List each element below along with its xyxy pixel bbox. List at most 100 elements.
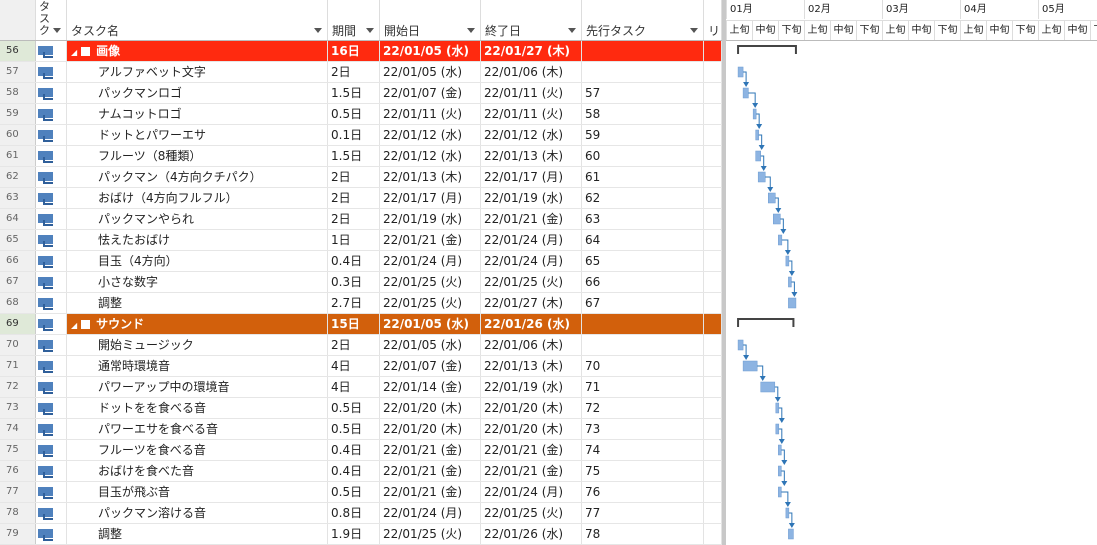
predecessor-cell[interactable]: 64 [582, 230, 704, 250]
start-cell[interactable]: 22/01/19 (水) [380, 209, 481, 229]
predecessor-cell[interactable] [582, 41, 704, 61]
resource-cell[interactable] [704, 335, 722, 355]
finish-cell[interactable]: 22/01/19 (水) [481, 188, 582, 208]
task-name-cell[interactable]: パックマンロゴ [67, 83, 328, 103]
start-cell[interactable]: 22/01/21 (金) [380, 461, 481, 481]
start-cell[interactable]: 22/01/11 (火) [380, 104, 481, 124]
duration-cell[interactable]: 2日 [328, 62, 380, 82]
collapse-triangle-icon[interactable]: ◢ [71, 321, 77, 330]
row-number[interactable]: 71 [0, 356, 36, 376]
predecessor-cell[interactable]: 77 [582, 503, 704, 523]
row-number[interactable]: 65 [0, 230, 36, 250]
duration-cell[interactable]: 0.5日 [328, 482, 380, 502]
duration-cell[interactable]: 0.5日 [328, 104, 380, 124]
resource-cell[interactable] [704, 461, 722, 481]
predecessor-cell[interactable]: 78 [582, 524, 704, 544]
predecessor-cell[interactable]: 63 [582, 209, 704, 229]
task-name-cell[interactable]: フルーツを食べる音 [67, 440, 328, 460]
finish-cell[interactable]: 22/01/13 (木) [481, 356, 582, 376]
task-mode-cell[interactable] [36, 125, 67, 145]
start-cell[interactable]: 22/01/20 (木) [380, 398, 481, 418]
duration-cell[interactable]: 0.5日 [328, 419, 380, 439]
task-name-cell[interactable]: 通常時環境音 [67, 356, 328, 376]
table-row[interactable]: 61 フルーツ（8種類） 1.5日 22/01/12 (水) 22/01/13 (木) 6… [0, 146, 722, 167]
task-name-cell[interactable]: 調整 [67, 524, 328, 544]
duration-cell[interactable]: 2.7日 [328, 293, 380, 313]
chevron-down-icon[interactable] [568, 28, 576, 33]
row-number[interactable]: 62 [0, 167, 36, 187]
task-mode-cell[interactable] [36, 377, 67, 397]
predecessor-cell[interactable] [582, 335, 704, 355]
finish-cell[interactable]: 22/01/21 (金) [481, 440, 582, 460]
start-cell[interactable]: 22/01/07 (金) [380, 83, 481, 103]
predecessor-cell[interactable]: 62 [582, 188, 704, 208]
row-number[interactable]: 73 [0, 398, 36, 418]
finish-cell[interactable]: 22/01/24 (月) [481, 482, 582, 502]
duration-cell[interactable]: 0.8日 [328, 503, 380, 523]
predecessor-cell[interactable]: 74 [582, 440, 704, 460]
start-cell[interactable]: 22/01/12 (水) [380, 146, 481, 166]
start-cell[interactable]: 22/01/24 (月) [380, 503, 481, 523]
predecessor-cell[interactable]: 71 [582, 377, 704, 397]
duration-cell[interactable]: 1.5日 [328, 83, 380, 103]
predecessor-cell[interactable]: 65 [582, 251, 704, 271]
start-cell[interactable]: 22/01/24 (月) [380, 251, 481, 271]
task-name-cell[interactable]: ◢ サウンド [67, 314, 328, 334]
summary-row[interactable]: 69 ◢ サウンド 15日 22/01/05 (水) 22/01/26 (水) [0, 314, 722, 335]
duration-cell[interactable]: 1日 [328, 230, 380, 250]
task-name-cell[interactable]: パックマンやられ [67, 209, 328, 229]
row-number[interactable]: 68 [0, 293, 36, 313]
task-name-cell[interactable]: 開始ミュージック [67, 335, 328, 355]
resource-cell[interactable] [704, 272, 722, 292]
row-number[interactable]: 72 [0, 377, 36, 397]
task-mode-cell[interactable] [36, 188, 67, 208]
finish-cell[interactable]: 22/01/19 (水) [481, 377, 582, 397]
task-mode-cell[interactable] [36, 314, 67, 334]
resource-cell[interactable] [704, 314, 722, 334]
task-mode-cell[interactable] [36, 272, 67, 292]
task-name-cell[interactable]: ドットをを食べる音 [67, 398, 328, 418]
resource-cell[interactable] [704, 419, 722, 439]
resource-cell[interactable] [704, 41, 722, 61]
column-header-finish[interactable]: 終了日 [481, 0, 582, 40]
task-mode-cell[interactable] [36, 293, 67, 313]
task-mode-cell[interactable] [36, 440, 67, 460]
task-mode-cell[interactable] [36, 146, 67, 166]
predecessor-cell[interactable]: 70 [582, 356, 704, 376]
row-number[interactable]: 69 [0, 314, 36, 334]
duration-cell[interactable]: 1.9日 [328, 524, 380, 544]
chevron-down-icon[interactable] [53, 28, 61, 33]
task-mode-cell[interactable] [36, 398, 67, 418]
predecessor-cell[interactable]: 58 [582, 104, 704, 124]
task-name-cell[interactable]: 目玉（4方向） [67, 251, 328, 271]
task-mode-cell[interactable] [36, 419, 67, 439]
row-number[interactable]: 74 [0, 419, 36, 439]
resource-cell[interactable] [704, 167, 722, 187]
table-row[interactable]: 70 開始ミュージック 2日 22/01/05 (水) 22/01/06 (木) [0, 335, 722, 356]
select-all-corner[interactable] [0, 0, 36, 40]
task-mode-cell[interactable] [36, 167, 67, 187]
predecessor-cell[interactable]: 76 [582, 482, 704, 502]
task-name-cell[interactable]: パワーアップ中の環境音 [67, 377, 328, 397]
table-row[interactable]: 57 アルファベット文字 2日 22/01/05 (水) 22/01/06 (木) [0, 62, 722, 83]
row-number[interactable]: 58 [0, 83, 36, 103]
task-name-cell[interactable]: アルファベット文字 [67, 62, 328, 82]
row-number[interactable]: 59 [0, 104, 36, 124]
predecessor-cell[interactable] [582, 62, 704, 82]
duration-cell[interactable]: 2日 [328, 209, 380, 229]
task-name-cell[interactable]: 目玉が飛ぶ音 [67, 482, 328, 502]
table-row[interactable]: 74 パワーエサを食べる音 0.5日 22/01/20 (木) 22/01/20 (木)… [0, 419, 722, 440]
chevron-down-icon[interactable] [690, 28, 698, 33]
duration-cell[interactable]: 16日 [328, 41, 380, 61]
resource-cell[interactable] [704, 293, 722, 313]
predecessor-cell[interactable]: 73 [582, 419, 704, 439]
duration-cell[interactable]: 0.4日 [328, 461, 380, 481]
task-name-cell[interactable]: ◢ 画像 [67, 41, 328, 61]
column-header-start[interactable]: 開始日 [380, 0, 481, 40]
table-row[interactable]: 58 パックマンロゴ 1.5日 22/01/07 (金) 22/01/11 (火) 57 [0, 83, 722, 104]
row-number[interactable]: 78 [0, 503, 36, 523]
duration-cell[interactable]: 2日 [328, 167, 380, 187]
predecessor-cell[interactable] [582, 314, 704, 334]
chevron-down-icon[interactable] [314, 28, 322, 33]
duration-cell[interactable]: 0.5日 [328, 398, 380, 418]
